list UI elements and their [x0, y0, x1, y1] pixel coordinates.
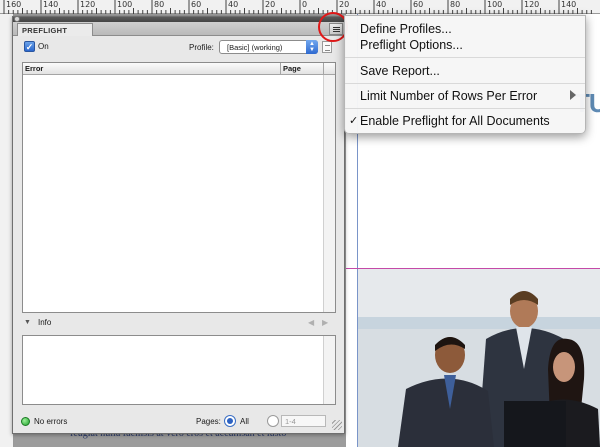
placed-photo[interactable] — [358, 269, 600, 447]
ruler-number: 80 — [450, 0, 461, 9]
column-header-page[interactable]: Page — [283, 64, 301, 73]
profile-value: [Basic] (working) — [227, 43, 283, 52]
menu-item-limit-rows[interactable]: Limit Number of Rows Per Error — [360, 89, 537, 103]
chevron-updown-icon: ▲ ▼ — [306, 40, 318, 54]
pages-all-label: All — [240, 417, 249, 426]
pages-all-radio[interactable] — [224, 415, 236, 427]
error-list-scrollbar[interactable] — [323, 75, 335, 312]
ruler-number: 20 — [265, 0, 276, 9]
panel-flyout-menu: Define Profiles... Preflight Options... … — [344, 15, 586, 134]
ruler-number: 160 — [6, 0, 22, 9]
menu-item-save-report[interactable]: Save Report... — [360, 64, 440, 78]
tab-preflight[interactable]: PREFLIGHT — [17, 23, 93, 36]
document-icon[interactable] — [322, 41, 332, 53]
ruler-number: 20 — [339, 0, 350, 9]
ruler-number: 120 — [80, 0, 96, 9]
disclosure-triangle-icon[interactable]: ▼ — [24, 319, 31, 326]
panel-tab-bar: PREFLIGHT — [13, 22, 344, 36]
horizontal-ruler[interactable]: 160 140 120 100 80 60 40 20 0 20 40 60 80 100 120 140 — [0, 0, 600, 14]
ruler-number: 140 — [43, 0, 59, 9]
menu-separator — [345, 57, 585, 58]
ruler-number: 40 — [228, 0, 239, 9]
on-label: On — [38, 42, 49, 51]
menu-item-preflight-options[interactable]: Preflight Options... — [360, 38, 463, 52]
column-divider[interactable] — [280, 63, 281, 75]
ruler-number: 100 — [487, 0, 503, 9]
previous-arrow-icon[interactable]: ◀ — [308, 318, 314, 327]
info-scrollbar[interactable] — [323, 336, 335, 404]
ruler-number: 40 — [376, 0, 387, 9]
profile-label: Profile: — [189, 43, 214, 52]
menu-item-enable-preflight-all[interactable]: Enable Preflight for All Documents — [360, 114, 550, 128]
info-box — [22, 335, 336, 405]
pages-label: Pages: — [196, 417, 221, 426]
ruler-number: 0 — [302, 0, 308, 9]
menu-item-define-profiles[interactable]: Define Profiles... — [360, 22, 452, 36]
menu-separator — [345, 83, 585, 84]
ruler-number: 140 — [561, 0, 577, 9]
status-bar: No errors Pages: All 1-4 — [13, 412, 344, 433]
submenu-arrow-icon — [570, 90, 576, 100]
profile-select[interactable]: [Basic] (working) ▲ ▼ — [219, 40, 318, 54]
pages-range-field[interactable]: 1-4 — [281, 415, 326, 427]
ruler-number: 60 — [191, 0, 202, 9]
photo-people — [398, 291, 600, 447]
ruler-number: 120 — [524, 0, 540, 9]
column-divider — [323, 63, 324, 75]
ruler-number: 60 — [413, 0, 424, 9]
info-label: Info — [38, 318, 52, 327]
on-checkbox[interactable]: ✓ — [24, 41, 35, 52]
preflight-panel: PREFLIGHT ✓ On Profile: [Basic] (working… — [12, 16, 345, 434]
ruler-number: 100 — [117, 0, 133, 9]
info-section-header[interactable]: ▼ Info ◀ ▶ — [22, 317, 336, 329]
resize-grip-icon[interactable] — [332, 420, 342, 430]
menu-separator — [345, 108, 585, 109]
pages-range-radio[interactable] — [267, 415, 279, 427]
ruler-number: 80 — [154, 0, 165, 9]
checkmark-icon: ✓ — [349, 115, 359, 127]
status-ok-icon — [21, 417, 30, 426]
error-list-header: Error Page — [23, 63, 335, 75]
next-arrow-icon[interactable]: ▶ — [322, 318, 328, 327]
error-list[interactable]: Error Page — [22, 62, 336, 313]
status-text: No errors — [34, 417, 68, 426]
column-header-error[interactable]: Error — [25, 64, 43, 73]
